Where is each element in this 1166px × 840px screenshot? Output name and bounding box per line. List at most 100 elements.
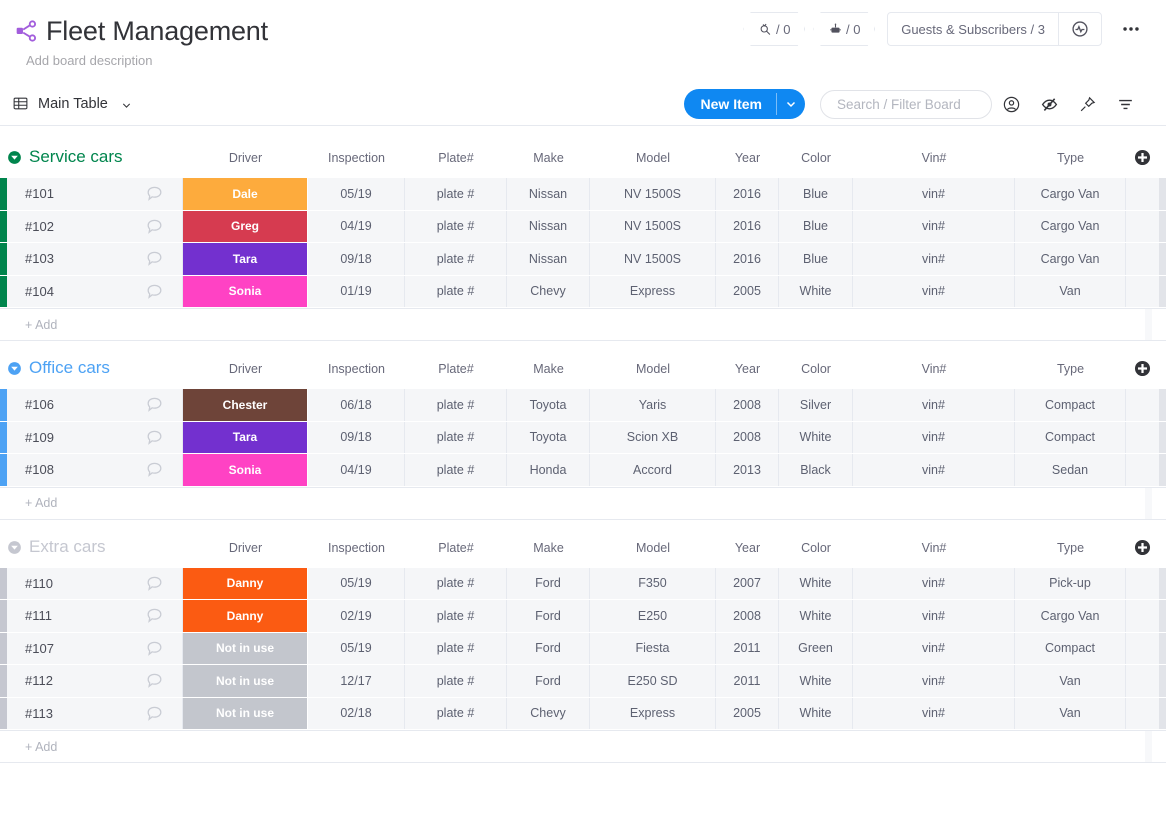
comment-bubble-icon[interactable] bbox=[145, 184, 164, 203]
column-header-type[interactable]: Type bbox=[1015, 541, 1126, 555]
cell-make[interactable]: Ford bbox=[507, 632, 590, 664]
cell-plate[interactable]: plate # bbox=[405, 421, 507, 453]
cell-make[interactable]: Toyota bbox=[507, 421, 590, 453]
share-network-icon[interactable] bbox=[12, 17, 40, 45]
cell-driver[interactable]: Not in use bbox=[183, 665, 308, 697]
column-header-make[interactable]: Make bbox=[507, 362, 590, 376]
add-column-icon[interactable] bbox=[1133, 538, 1152, 557]
cell-plate[interactable]: plate # bbox=[405, 567, 507, 599]
table-row[interactable]: #112 Not in use 12/17 plate # Ford E250 SD 201… bbox=[0, 665, 1166, 698]
horizontal-scroll-stub[interactable] bbox=[1159, 454, 1166, 486]
cell-color[interactable]: Blue bbox=[779, 243, 853, 275]
cell-plate[interactable]: plate # bbox=[405, 665, 507, 697]
cell-year[interactable]: 2016 bbox=[716, 210, 779, 242]
cell-vin[interactable]: vin# bbox=[853, 697, 1015, 729]
horizontal-scroll-stub[interactable] bbox=[1159, 275, 1166, 307]
cell-model[interactable]: E250 SD bbox=[590, 665, 716, 697]
cell-type[interactable]: Van bbox=[1015, 665, 1126, 697]
cell-inspection[interactable]: 06/18 bbox=[308, 389, 405, 421]
cell-model[interactable]: E250 bbox=[590, 600, 716, 632]
collapse-group-icon[interactable] bbox=[6, 149, 23, 166]
horizontal-scroll-stub[interactable] bbox=[1159, 210, 1166, 242]
column-header-plate[interactable]: Plate# bbox=[405, 541, 507, 555]
cell-make[interactable]: Nissan bbox=[507, 243, 590, 275]
comment-bubble-icon[interactable] bbox=[145, 249, 164, 268]
collapse-group-icon[interactable] bbox=[6, 360, 23, 377]
cell-model[interactable]: NV 1500S bbox=[590, 210, 716, 242]
cell-color[interactable]: Blue bbox=[779, 178, 853, 210]
horizontal-scroll-stub[interactable] bbox=[1159, 389, 1166, 421]
column-header-color[interactable]: Color bbox=[779, 151, 853, 165]
cell-vin[interactable]: vin# bbox=[853, 243, 1015, 275]
search-filter-box[interactable] bbox=[820, 89, 992, 119]
row-item-name[interactable]: #109 bbox=[7, 421, 183, 453]
table-row[interactable]: #110 Danny 05/19 plate # Ford F350 2007 White vi… bbox=[0, 567, 1166, 600]
cell-driver[interactable]: Chester bbox=[183, 389, 308, 421]
cell-make[interactable]: Toyota bbox=[507, 389, 590, 421]
cell-make[interactable]: Honda bbox=[507, 454, 590, 486]
table-row[interactable]: #106 Chester 06/18 plate # Toyota Yaris 2008 Si… bbox=[0, 389, 1166, 422]
table-row[interactable]: #107 Not in use 05/19 plate # Ford Fiesta 2011… bbox=[0, 632, 1166, 665]
cell-driver[interactable]: Not in use bbox=[183, 697, 308, 729]
table-row[interactable]: #102 Greg 04/19 plate # Nissan NV 1500S 2016 Bl… bbox=[0, 210, 1166, 243]
row-item-name[interactable]: #103 bbox=[7, 243, 183, 275]
column-header-inspection[interactable]: Inspection bbox=[308, 362, 405, 376]
column-header-vin[interactable]: Vin# bbox=[853, 362, 1015, 376]
add-row-label[interactable]: + Add bbox=[7, 318, 57, 332]
cell-driver[interactable]: Not in use bbox=[183, 632, 308, 664]
horizontal-scroll-stub[interactable] bbox=[1159, 421, 1166, 453]
cell-model[interactable]: Scion XB bbox=[590, 421, 716, 453]
row-item-name[interactable]: #106 bbox=[7, 389, 183, 421]
column-header-vin[interactable]: Vin# bbox=[853, 541, 1015, 555]
cell-year[interactable]: 2016 bbox=[716, 243, 779, 275]
cell-driver[interactable]: Danny bbox=[183, 567, 308, 599]
add-row[interactable]: + Add bbox=[0, 486, 1166, 520]
cell-model[interactable]: Express bbox=[590, 697, 716, 729]
cell-inspection[interactable]: 04/19 bbox=[308, 210, 405, 242]
comment-bubble-icon[interactable] bbox=[145, 574, 164, 593]
horizontal-scroll-stub[interactable] bbox=[1159, 632, 1166, 664]
cell-vin[interactable]: vin# bbox=[853, 632, 1015, 664]
cell-inspection[interactable]: 01/19 bbox=[308, 275, 405, 307]
column-header-color[interactable]: Color bbox=[779, 362, 853, 376]
column-header-driver[interactable]: Driver bbox=[183, 362, 308, 376]
hide-columns-button[interactable] bbox=[1030, 89, 1068, 119]
cell-make[interactable]: Ford bbox=[507, 600, 590, 632]
more-options-button[interactable] bbox=[1116, 14, 1146, 44]
cell-year[interactable]: 2008 bbox=[716, 600, 779, 632]
search-input[interactable] bbox=[835, 95, 977, 113]
cell-plate[interactable]: plate # bbox=[405, 454, 507, 486]
row-item-name[interactable]: #102 bbox=[7, 210, 183, 242]
table-row[interactable]: #113 Not in use 02/18 plate # Chevy Express 20… bbox=[0, 697, 1166, 730]
cell-vin[interactable]: vin# bbox=[853, 275, 1015, 307]
cell-vin[interactable]: vin# bbox=[853, 665, 1015, 697]
column-header-year[interactable]: Year bbox=[716, 541, 779, 555]
new-item-button[interactable]: New Item bbox=[683, 89, 805, 119]
cell-type[interactable]: Cargo Van bbox=[1015, 600, 1126, 632]
add-row[interactable]: + Add bbox=[0, 308, 1166, 341]
cell-make[interactable]: Nissan bbox=[507, 178, 590, 210]
comment-bubble-icon[interactable] bbox=[145, 639, 164, 658]
column-header-make[interactable]: Make bbox=[507, 151, 590, 165]
table-row[interactable]: #101 Dale 05/19 plate # Nissan NV 1500S 2016 Bl… bbox=[0, 178, 1166, 211]
cell-driver[interactable]: Greg bbox=[183, 210, 308, 242]
cell-driver[interactable]: Danny bbox=[183, 600, 308, 632]
cell-inspection[interactable]: 04/19 bbox=[308, 454, 405, 486]
guests-subscribers-box[interactable]: Guests & Subscribers / 3 bbox=[887, 12, 1102, 46]
horizontal-scroll-stub[interactable] bbox=[1159, 697, 1166, 729]
badge-automation[interactable]: / 0 bbox=[813, 12, 876, 46]
cell-type[interactable]: Sedan bbox=[1015, 454, 1126, 486]
cell-year[interactable]: 2011 bbox=[716, 632, 779, 664]
cell-plate[interactable]: plate # bbox=[405, 275, 507, 307]
horizontal-scroll-stub[interactable] bbox=[1159, 600, 1166, 632]
table-row[interactable]: #111 Danny 02/19 plate # Ford E250 2008 White vi… bbox=[0, 600, 1166, 633]
cell-plate[interactable]: plate # bbox=[405, 243, 507, 275]
cell-inspection[interactable]: 02/19 bbox=[308, 600, 405, 632]
horizontal-scroll-stub[interactable] bbox=[1159, 567, 1166, 599]
cell-year[interactable]: 2007 bbox=[716, 567, 779, 599]
cell-color[interactable]: White bbox=[779, 421, 853, 453]
badge-pulse-search[interactable]: / 0 bbox=[743, 12, 806, 46]
chevron-down-icon[interactable] bbox=[121, 98, 132, 109]
cell-model[interactable]: NV 1500S bbox=[590, 243, 716, 275]
cell-vin[interactable]: vin# bbox=[853, 421, 1015, 453]
